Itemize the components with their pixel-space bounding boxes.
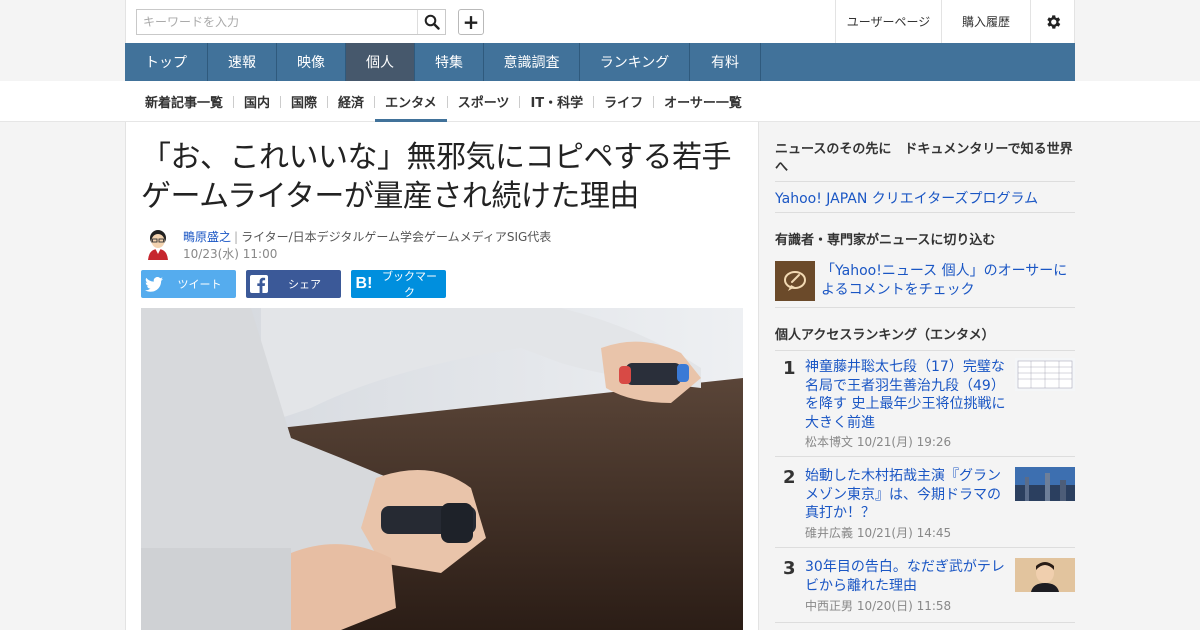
global-nav: トップ 速報 映像 個人 特集 意識調査 ランキング 有料 [125,43,1075,81]
plus-icon: + [462,10,480,34]
user-page-link[interactable]: ユーザーページ [835,0,941,43]
gear-icon [1047,14,1061,29]
ranking-date: 10/21(月) 14:45 [856,526,952,540]
divider [775,212,1075,213]
search-icon [424,14,440,30]
sub-nav-entertainment[interactable]: エンタメ [375,81,447,122]
nav-item-features[interactable]: 特集 [415,43,484,81]
ranking-date: 10/21(月) 19:26 [856,435,952,449]
nav-item-video[interactable]: 映像 [277,43,346,81]
comment-icon [784,271,806,291]
nav-item-survey[interactable]: 意識調査 [484,43,580,81]
news-individual-icon[interactable] [775,261,815,301]
divider [775,547,1075,548]
hatena-bookmark-label: ブックマーク [382,270,437,299]
divider [775,181,1075,182]
nav-item-breaking[interactable]: 速報 [208,43,277,81]
separator: | [234,230,239,244]
promo-heading: ニュースのその先に ドキュメンタリーで知る世界へ [775,142,1073,175]
facebook-icon [246,270,272,298]
ranking-meta: 碓井広義 10/21(月) 14:45 [805,524,951,541]
divider [775,456,1075,457]
sub-nav-life[interactable]: ライフ [594,81,653,122]
expert-comment-link[interactable]: 「Yahoo!ニュース 個人」のオーサーによるコメントをチェック [821,262,1071,300]
author-name-link[interactable]: 鴫原盛之 [183,230,231,244]
sub-nav-economy[interactable]: 経済 [328,81,374,122]
ranking-author: 碓井広義 [805,526,854,540]
add-button[interactable]: + [458,9,484,35]
sidebar: ニュースのその先に ドキュメンタリーで知る世界へ Yahoo! JAPAN クリ… [759,122,1075,630]
sub-nav-international[interactable]: 国際 [281,81,327,122]
twitter-icon [141,270,167,298]
tweet-button[interactable]: ツイート [141,270,236,298]
author-role: ライター/日本デジタルゲーム学会ゲームメディアSIG代表 [241,230,552,244]
nav-item-top[interactable]: トップ [125,43,208,81]
author-line: 鴫原盛之 | ライター/日本デジタルゲーム学会ゲームメディアSIG代表 [183,228,551,245]
hatena-bookmark-icon: B! [355,275,373,292]
sub-nav-sports[interactable]: スポーツ [448,81,520,122]
article-column: 「お、これいいな」無邪気にコピペする若手ゲームライターが量産され続けた理由 鴫原… [125,122,759,630]
settings-button[interactable] [1030,0,1075,43]
ranking-author: 中西正男 [805,599,854,613]
article-photo [141,308,743,630]
sub-nav-it-science[interactable]: IT・科学 [520,81,593,122]
article-title: 「お、これいいな」無邪気にコピペする若手ゲームライターが量産され続けた理由 [141,140,732,214]
ranking-meta: 中西正男 10/20(日) 11:58 [805,597,951,614]
ranking-meta: 松本博文 10/21(月) 19:26 [805,433,951,450]
ranking-thumbnail[interactable] [1015,358,1075,391]
sub-nav-new[interactable]: 新着記事一覧 [135,81,233,122]
ranking-thumbnail[interactable] [1015,467,1075,501]
search-input[interactable] [137,10,419,34]
divider [775,622,1075,623]
facebook-share-button[interactable]: シェア [246,270,341,298]
rank-number: 3 [783,558,796,579]
rank-number: 1 [783,358,796,379]
divider [775,350,1075,351]
divider [775,307,1075,308]
top-utility-bar: + ユーザーページ 購入履歴 [125,0,1075,43]
publish-date: 10/23(水) 11:00 [183,247,278,261]
nav-item-ranking[interactable]: ランキング [580,43,690,81]
hatena-bookmark-button[interactable]: B! ブックマーク [351,270,446,299]
nav-item-individual[interactable]: 個人 [346,43,415,81]
ranking-thumbnail[interactable] [1015,558,1075,592]
search-box [136,9,446,35]
sub-nav: 新着記事一覧 国内 国際 経済 エンタメ スポーツ IT・科学 ライフ オーサー… [135,81,752,122]
rank-number: 2 [783,467,796,488]
author-avatar [145,228,171,260]
purchase-history-link[interactable]: 購入履歴 [941,0,1030,43]
search-button[interactable] [417,10,445,34]
ranking-date: 10/20(日) 11:58 [856,599,952,613]
facebook-share-label: シェア [288,278,321,291]
creators-program-link[interactable]: Yahoo! JAPAN クリエイターズプログラム [775,188,1038,208]
ranking-article-link[interactable]: 神童藤井聡太七段（17）完璧な名局で王者羽生善治九段（49）を降す 史上最年少王… [805,358,1011,432]
ranking-author: 松本博文 [805,435,854,449]
sub-nav-domestic[interactable]: 国内 [234,81,280,122]
expert-heading: 有識者・専門家がニュースに切り込む [775,233,996,248]
tweet-label: ツイート [177,278,222,291]
nav-item-paid[interactable]: 有料 [690,43,761,81]
ranking-heading: 個人アクセスランキング（エンタメ） [775,328,995,343]
ranking-article-link[interactable]: 30年目の告白。なだぎ武がテレビから離れた理由 [805,558,1011,595]
sub-nav-authors[interactable]: オーサー一覧 [654,81,752,122]
ranking-article-link[interactable]: 始動した木村拓哉主演『グランメゾン東京』は、今期ドラマの真打か！？ [805,467,1011,523]
